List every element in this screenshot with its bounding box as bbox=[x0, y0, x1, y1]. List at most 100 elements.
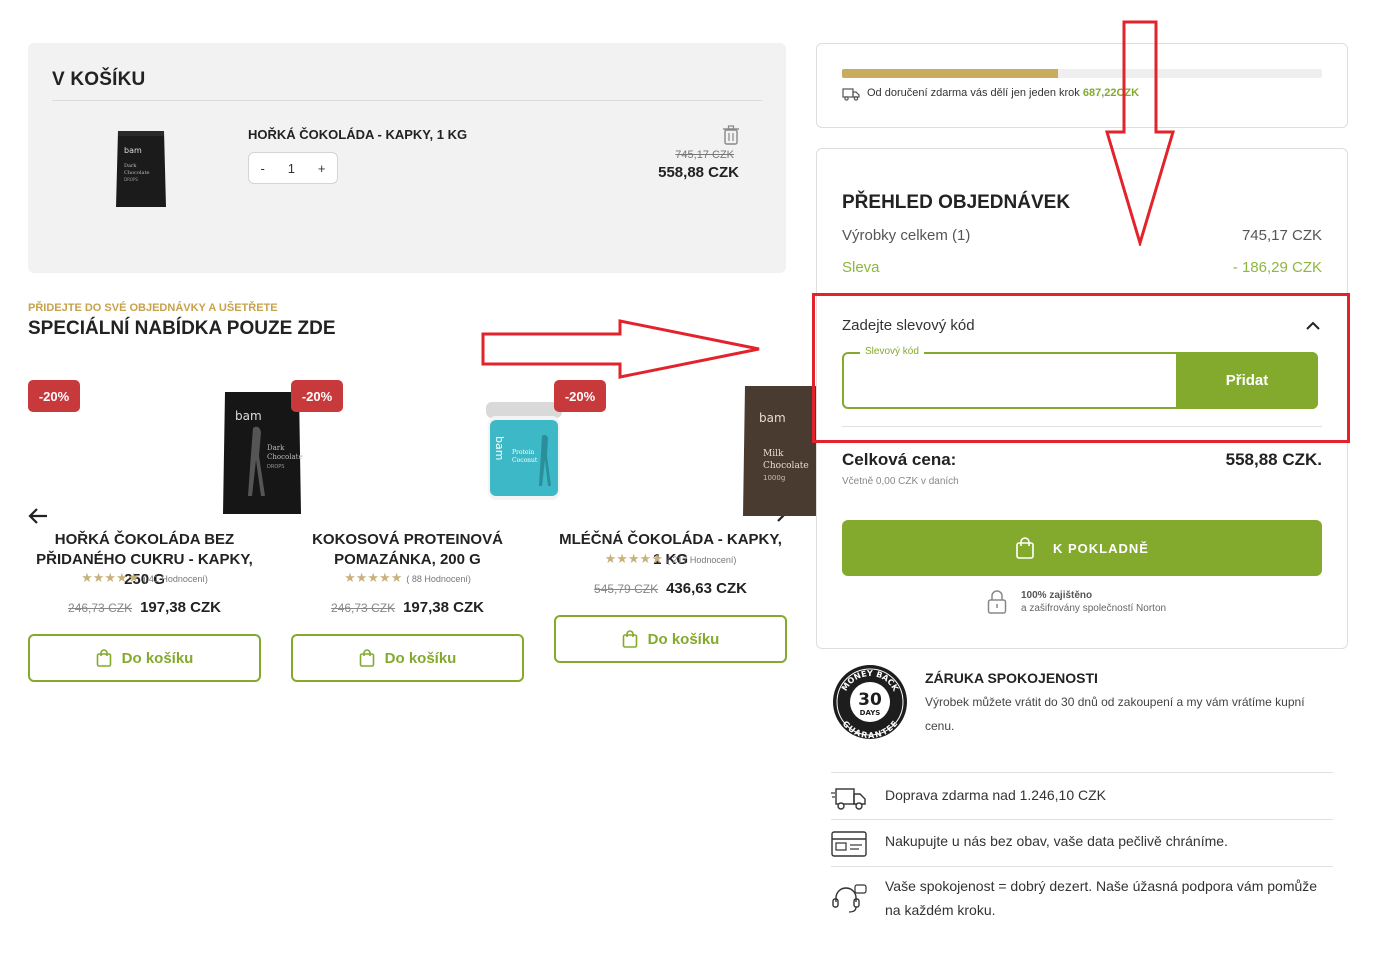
product-rating: ★★★★★( 41 Hodnocení) bbox=[28, 570, 261, 586]
product-price: 197,38 CZK bbox=[140, 599, 221, 616]
cart-section: V KOŠÍKU bam Dark Chocolate DROPS HOŘKÁ … bbox=[28, 43, 786, 273]
product-card: bam Protein Coconut -20% KOKOSOVÁ PROTEI… bbox=[291, 380, 562, 682]
product-name[interactable]: KOKOSOVÁ PROTEINOVÁ POMAZÁNKA, 200 G bbox=[291, 530, 524, 570]
svg-text:1000g: 1000g bbox=[763, 474, 785, 482]
product-rating: ★★★★★( 88 Hodnocení) bbox=[291, 570, 524, 586]
summary-discount-value: - 186,29 CZK bbox=[1232, 259, 1322, 276]
svg-text:Milk: Milk bbox=[763, 449, 784, 459]
shipping-message: Od doručení zdarma vás dělí jen jeden kr… bbox=[867, 87, 1139, 99]
svg-text:bam: bam bbox=[759, 411, 786, 425]
checkout-button[interactable]: K POKLADNĚ bbox=[842, 520, 1322, 576]
qty-decrease-button[interactable]: - bbox=[260, 161, 264, 176]
svg-text:Dark: Dark bbox=[124, 163, 137, 169]
shopping-bag-icon bbox=[1016, 537, 1034, 559]
shopping-bag-icon bbox=[622, 630, 637, 648]
tax-note: Včetně 0,00 CZK v daních bbox=[842, 476, 959, 487]
rating-count: ( 88 Hodnocení) bbox=[406, 574, 471, 584]
svg-text:Chocolate: Chocolate bbox=[124, 170, 149, 176]
summary-products-label: Výrobky celkem (1) bbox=[842, 227, 971, 244]
feature-text: Vaše spokojenost = dobrý dezert. Naše úž… bbox=[885, 878, 1318, 918]
svg-text:bam: bam bbox=[124, 146, 142, 155]
product-price-row: 246,73 CZK 197,38 CZK bbox=[291, 599, 524, 616]
total-label: Celková cena: bbox=[842, 450, 957, 469]
quantity-stepper: - 1 + bbox=[248, 152, 338, 184]
cart-item-old-price: 745,17 CZK bbox=[675, 149, 734, 161]
product-price: 436,63 CZK bbox=[666, 580, 747, 597]
trash-icon[interactable] bbox=[722, 125, 740, 145]
cart-item-price: 558,88 CZK bbox=[658, 164, 739, 181]
cart-divider bbox=[52, 100, 762, 101]
rating-stars-icon: ★★★★★ bbox=[344, 570, 403, 585]
secure-notice: 100% zajištěno a zašifrovány společností… bbox=[987, 589, 1166, 615]
summary-title: PŘEHLED OBJEDNÁVEK bbox=[842, 192, 1071, 213]
feature-divider bbox=[831, 866, 1333, 867]
svg-text:bam: bam bbox=[235, 409, 262, 423]
shopping-bag-icon bbox=[96, 649, 111, 667]
product-card: bam Dark Chocolate DROPS -20% HOŘKÁ ČOKO… bbox=[28, 380, 302, 682]
offer-kicker: PŘIDEJTE DO SVÉ OBJEDNÁVKY A UŠETŘETE bbox=[28, 302, 278, 314]
badge-days: DAYS bbox=[860, 709, 881, 717]
discount-badge: -20% bbox=[291, 380, 343, 412]
down-arrow-annotation-icon bbox=[1104, 20, 1176, 246]
product-old-price: 246,73 CZK bbox=[331, 601, 396, 615]
cart-item-name[interactable]: HOŘKÁ ČOKOLÁDA - KAPKY, 1 KG bbox=[248, 127, 467, 142]
credit-card-icon bbox=[831, 831, 867, 857]
cart-item-image[interactable]: bam Dark Chocolate DROPS bbox=[114, 127, 168, 211]
qty-increase-button[interactable]: + bbox=[318, 161, 326, 176]
add-to-cart-label: Do košíku bbox=[121, 649, 194, 667]
rating-count: ( 217 Hodnocení) bbox=[666, 555, 737, 565]
summary-discount-label: Sleva bbox=[842, 259, 880, 276]
summary-products-value: 745,17 CZK bbox=[1241, 227, 1322, 244]
svg-text:Dark: Dark bbox=[267, 444, 285, 452]
qty-value[interactable]: 1 bbox=[288, 161, 295, 176]
add-to-cart-button[interactable]: Do košíku bbox=[291, 634, 524, 682]
feature-divider bbox=[831, 772, 1333, 773]
guarantee-text: Výrobek můžete vrátit do 30 dnů od zakou… bbox=[925, 695, 1305, 733]
svg-text:Coconut: Coconut bbox=[512, 457, 538, 464]
product-rating: ★★★★★( 217 Hodnocení) bbox=[554, 551, 787, 567]
shipping-progress-fill bbox=[842, 69, 1058, 78]
product-old-price: 545,79 CZK bbox=[594, 582, 659, 596]
guarantee-title: ZÁRUKA SPOKOJENOSTI bbox=[925, 670, 1098, 686]
product-card: bam Milk Chocolate 1000g -20% MLÉČNÁ ČOK… bbox=[554, 380, 831, 664]
feature-text: Nakupujte u nás bez obav, vaše data pečl… bbox=[885, 833, 1228, 849]
satisfaction-guarantee: MONEY BACK GUARANTEE 30 DAYS ZÁRUKA SPOK… bbox=[832, 662, 1332, 742]
add-to-cart-label: Do košíku bbox=[384, 649, 457, 667]
highlight-box bbox=[812, 293, 1350, 443]
svg-text:DROPS: DROPS bbox=[267, 464, 284, 470]
product-price: 197,38 CZK bbox=[403, 599, 484, 616]
badge-number: 30 bbox=[858, 690, 882, 710]
rating-count: ( 41 Hodnocení) bbox=[143, 574, 208, 584]
free-shipping-progress: Od doručení zdarma vás dělí jen jeden kr… bbox=[816, 43, 1348, 128]
add-to-cart-button[interactable]: Do košíku bbox=[28, 634, 261, 682]
shopping-bag-icon bbox=[359, 649, 374, 667]
product-old-price: 246,73 CZK bbox=[68, 601, 133, 615]
total-value: 558,88 CZK. bbox=[1225, 450, 1322, 469]
shipping-progress-bar bbox=[842, 69, 1322, 78]
summary-products-row: Výrobky celkem (1) 745,17 CZK bbox=[842, 227, 1322, 244]
feature-divider bbox=[831, 819, 1333, 820]
cart-title: V KOŠÍKU bbox=[52, 69, 146, 90]
discount-badge: -20% bbox=[554, 380, 606, 412]
rating-stars-icon: ★★★★★ bbox=[81, 570, 140, 585]
checkout-label: K POKLADNĚ bbox=[1053, 540, 1149, 556]
svg-text:Chocolate: Chocolate bbox=[763, 461, 809, 471]
right-arrow-annotation-icon bbox=[481, 319, 760, 379]
headset-icon bbox=[832, 884, 867, 913]
padlock-icon bbox=[987, 590, 1007, 614]
add-to-cart-label: Do košíku bbox=[647, 630, 720, 648]
feature-item: Doprava zdarma nad 1.246,10 CZK bbox=[831, 780, 1333, 820]
delivery-truck-icon bbox=[842, 88, 860, 101]
secure-subtitle: a zašifrovány společností Norton bbox=[1021, 603, 1167, 614]
add-to-cart-button[interactable]: Do košíku bbox=[554, 615, 787, 663]
summary-discount-row: Sleva - 186,29 CZK bbox=[842, 259, 1322, 276]
feature-item: Vaše spokojenost = dobrý dezert. Naše úž… bbox=[831, 874, 1333, 926]
money-back-badge-icon: MONEY BACK GUARANTEE 30 DAYS bbox=[833, 665, 907, 740]
product-price-row: 545,79 CZK 436,63 CZK bbox=[554, 580, 787, 597]
svg-text:DROPS: DROPS bbox=[124, 177, 138, 182]
product-price-row: 246,73 CZK 197,38 CZK bbox=[28, 599, 261, 616]
summary-total-row: Celková cena: 558,88 CZK. bbox=[842, 450, 1322, 470]
feature-text: Doprava zdarma nad 1.246,10 CZK bbox=[885, 787, 1107, 803]
svg-text:bam: bam bbox=[493, 436, 506, 460]
rating-stars-icon: ★★★★★ bbox=[604, 551, 663, 566]
